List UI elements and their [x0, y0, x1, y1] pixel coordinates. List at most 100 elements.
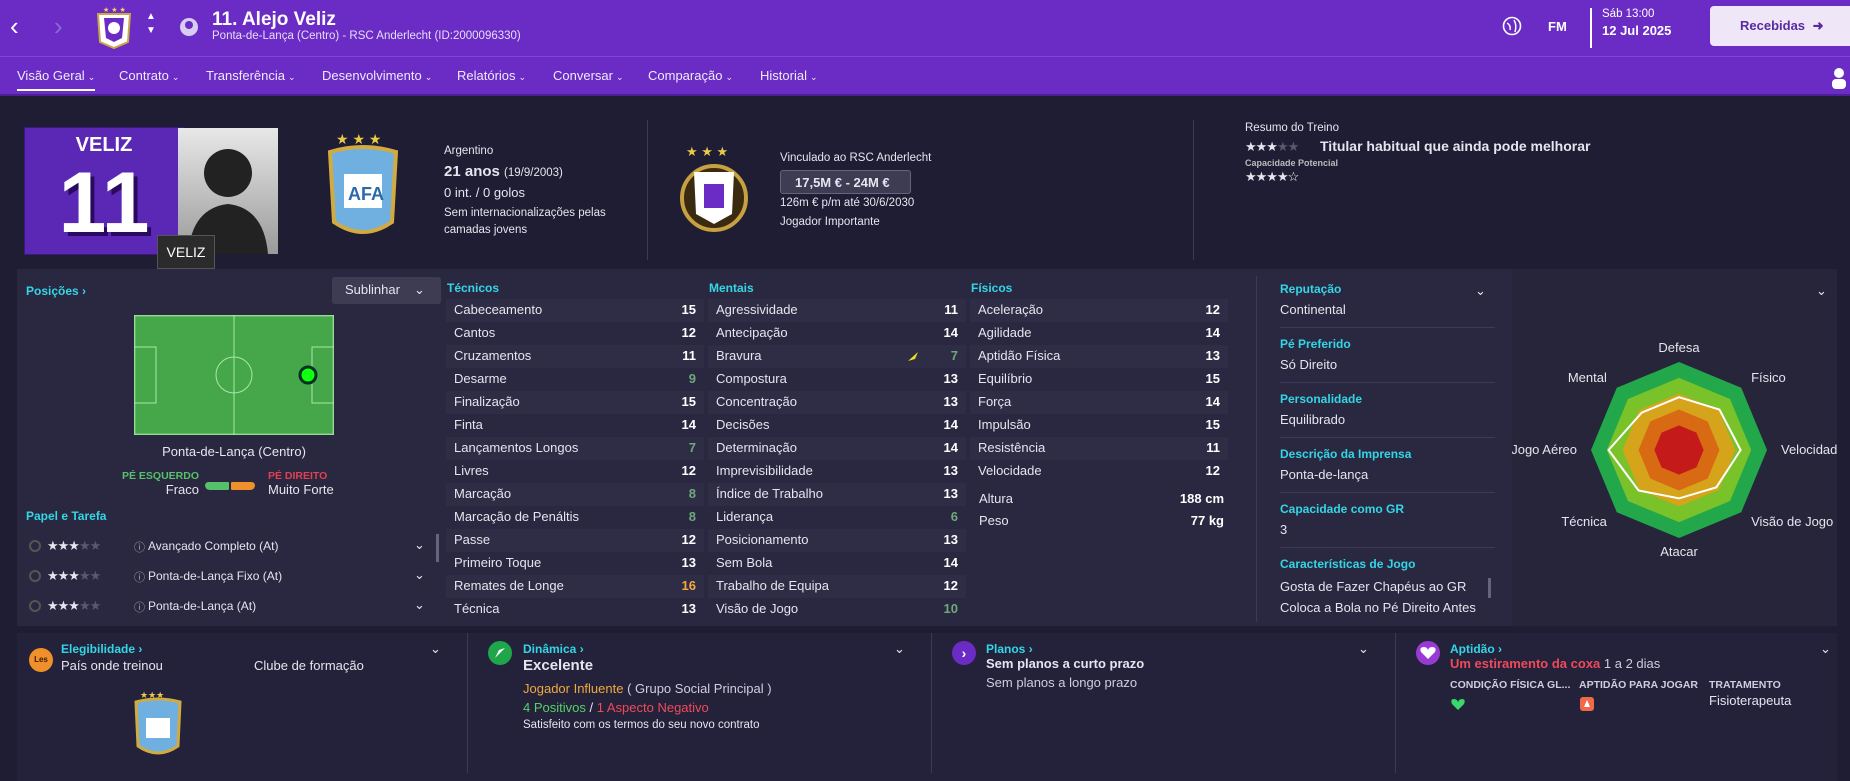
attribute-row[interactable]: Marcação de Penáltis 8: [446, 506, 704, 529]
menu-contrato[interactable]: Contrato ⌄: [119, 68, 179, 83]
attribute-row[interactable]: Marcação 8: [446, 483, 704, 506]
fm-logo[interactable]: FM: [1548, 19, 1567, 34]
attribute-row[interactable]: Equilíbrio 15: [970, 368, 1228, 391]
info-icon[interactable]: ⓘ: [134, 569, 145, 585]
attribute-radar-chart[interactable]: Defesa Físico Velocidade Visão de Jogo Ataca…: [1512, 330, 1837, 560]
influence: Jogador Influente ( Grupo Social Princip…: [523, 681, 772, 696]
attribute-row[interactable]: Força 14: [970, 391, 1228, 414]
attribute-row[interactable]: Livres 12: [446, 460, 704, 483]
attribute-name: Imprevisibilidade: [716, 463, 813, 478]
back-arrow-icon[interactable]: ‹: [10, 12, 19, 40]
eligibility-link[interactable]: Elegibilidade ›: [61, 641, 142, 656]
attribute-row[interactable]: Trabalho de Equipa 12: [708, 575, 966, 598]
chevron-down-icon[interactable]: ⌄: [1816, 283, 1827, 299]
attribute-row[interactable]: Determinação 14: [708, 437, 966, 460]
positions-link[interactable]: Posições ›: [26, 283, 86, 298]
inbox-button[interactable]: Recebidas ➜: [1710, 6, 1850, 46]
attribute-row[interactable]: Posicionamento 13: [708, 529, 966, 552]
value-badge[interactable]: 17,5M € - 24M €: [780, 170, 911, 194]
chevron-down-icon[interactable]: ⌄: [414, 567, 425, 583]
globe-icon[interactable]: [1502, 16, 1522, 36]
attribute-row[interactable]: Cruzamentos 11: [446, 345, 704, 368]
chevron-down-icon[interactable]: ⌄: [430, 641, 441, 657]
attribute-row[interactable]: Cantos 12: [446, 322, 704, 345]
nationality[interactable]: Argentino: [444, 145, 493, 157]
pitch-diagram[interactable]: [134, 315, 334, 435]
attribute-row[interactable]: Primeiro Toque 13: [446, 552, 704, 575]
dynamics-link[interactable]: Dinâmica ›: [523, 641, 584, 656]
role-stars: ★★★★★: [47, 598, 101, 613]
menu-conversar[interactable]: Conversar ⌄: [553, 68, 624, 83]
attribute-row[interactable]: Cabeceamento 15: [446, 299, 704, 322]
attribute-row[interactable]: Decisões 14: [708, 414, 966, 437]
chevron-down-icon[interactable]: ⌄: [894, 641, 905, 657]
attribute-name: Concentração: [716, 394, 797, 409]
scrollbar[interactable]: [1488, 578, 1491, 598]
player-switch-icon[interactable]: ▲ ▼: [146, 10, 156, 38]
date-box[interactable]: Sáb 13:00 12 Jul 2025: [1590, 8, 1690, 48]
attribute-row[interactable]: Técnica 13: [446, 598, 704, 621]
menu-historial[interactable]: Historial ⌄: [760, 68, 818, 83]
menu-transferencia[interactable]: Transferência ⌄: [206, 68, 296, 83]
attribute-row[interactable]: Bravura 7: [708, 345, 966, 368]
forward-arrow-icon[interactable]: ›: [54, 12, 63, 40]
scrollbar[interactable]: [436, 534, 439, 562]
attribute-row[interactable]: Agilidade 14: [970, 322, 1228, 345]
info-icon[interactable]: ⓘ: [134, 599, 145, 615]
attribute-row[interactable]: Desarme 9: [446, 368, 704, 391]
divider: [1193, 120, 1194, 260]
inbox-label: Recebidas: [1740, 18, 1806, 33]
chevron-down-icon[interactable]: ⌄: [1358, 641, 1369, 657]
injury[interactable]: Um estiramento da coxa 1 a 2 dias: [1450, 656, 1660, 671]
attribute-row[interactable]: Imprevisibilidade 13: [708, 460, 966, 483]
role-name: Ponta-de-Lança Fixo (At): [148, 569, 283, 583]
plans-link[interactable]: Planos ›: [986, 641, 1033, 656]
info-icon[interactable]: ⓘ: [134, 539, 145, 555]
attribute-row[interactable]: Sem Bola 14: [708, 552, 966, 575]
club-crest-icon[interactable]: ★ ★ ★: [92, 4, 136, 50]
staff-icon[interactable]: [1828, 65, 1850, 91]
happiness[interactable]: 4 Positivos / 1 Aspecto Negativo: [523, 700, 709, 715]
radio-icon[interactable]: [29, 570, 41, 582]
chevron-down-icon[interactable]: ⌄: [1820, 641, 1831, 657]
attribute-row[interactable]: Antecipação 14: [708, 322, 966, 345]
attribute-value: 14: [681, 417, 696, 432]
radio-icon[interactable]: [29, 540, 41, 552]
attribute-row[interactable]: Índice de Trabalho 13: [708, 483, 966, 506]
chevron-down-icon[interactable]: ⌄: [414, 597, 425, 613]
attribute-row[interactable]: Remates de Longe 16: [446, 575, 704, 598]
page-subtitle[interactable]: Ponta-de-Lança (Centro) - RSC Anderlecht…: [212, 30, 521, 42]
attribute-row[interactable]: Velocidade 12: [970, 460, 1228, 483]
contract-club[interactable]: Vinculado ao RSC Anderlecht: [780, 152, 931, 164]
attribute-row[interactable]: Impulsão 15: [970, 414, 1228, 437]
menu-relatorios[interactable]: Relatórios ⌄: [457, 68, 526, 83]
radio-icon[interactable]: [29, 600, 41, 612]
menu-visao-geral[interactable]: Visão Geral ⌄: [17, 68, 96, 91]
attribute-name: Cantos: [454, 325, 496, 340]
attribute-row[interactable]: Aptidão Física 13: [970, 345, 1228, 368]
info-reputation[interactable]: Reputação Continental: [1280, 282, 1495, 317]
highlight-dropdown[interactable]: Sublinhar ⌄: [332, 277, 441, 304]
attribute-row[interactable]: Lançamentos Longos 7: [446, 437, 704, 460]
attribute-row[interactable]: Finta 14: [446, 414, 704, 437]
attribute-row[interactable]: Agressividade 11: [708, 299, 966, 322]
role-row[interactable]: ★★★★★ ⓘ Ponta-de-Lança (At) ⌄: [26, 595, 431, 619]
attribute-row[interactable]: Concentração 13: [708, 391, 966, 414]
role-row[interactable]: ★★★★★ ⓘ Avançado Completo (At) ⌄: [26, 535, 431, 559]
menu-comparacao[interactable]: Comparação ⌄: [648, 68, 733, 83]
role-name: Ponta-de-Lança (At): [148, 599, 257, 613]
attribute-row[interactable]: Visão de Jogo 10: [708, 598, 966, 621]
attribute-row[interactable]: Liderança 6: [708, 506, 966, 529]
attribute-row[interactable]: Aceleração 12: [970, 299, 1228, 322]
attribute-row[interactable]: Compostura 13: [708, 368, 966, 391]
role-row[interactable]: ★★★★★ ⓘ Ponta-de-Lança Fixo (At) ⌄: [26, 565, 431, 589]
left-foot-label: PÉ ESQUERDO: [121, 470, 199, 482]
trend-arrow-icon: [908, 352, 918, 361]
menu-desenvolvimento[interactable]: Desenvolvimento ⌄: [322, 68, 432, 83]
attribute-row[interactable]: Resistência 11: [970, 437, 1228, 460]
attribute-row[interactable]: Finalização 15: [446, 391, 704, 414]
attribute-row[interactable]: Passe 12: [446, 529, 704, 552]
chevron-down-icon[interactable]: ⌄: [414, 537, 425, 553]
fitness-link[interactable]: Aptidão ›: [1450, 641, 1502, 656]
chevron-down-icon[interactable]: ⌄: [1475, 283, 1486, 299]
